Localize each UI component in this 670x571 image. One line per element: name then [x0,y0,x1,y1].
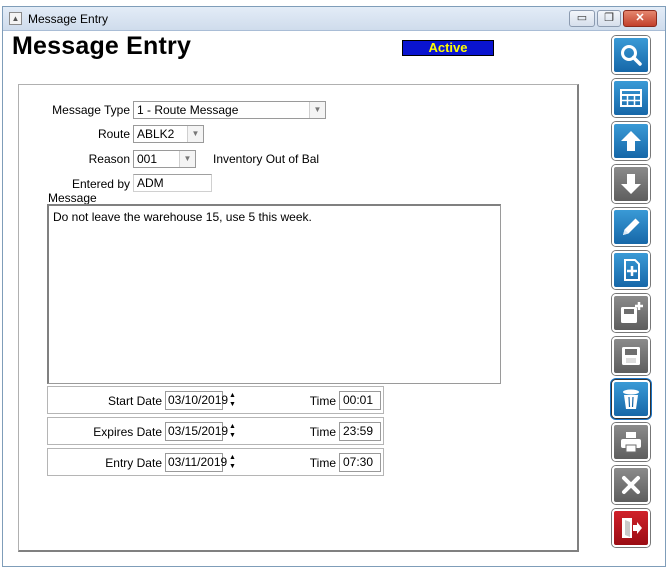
start-time-label: Time [309,394,336,408]
message-type-select[interactable]: 1 - Route Message ▼ [133,101,326,119]
reason-description: Inventory Out of Bal [213,152,320,166]
delete-button[interactable] [612,380,650,418]
entry-date-label: Entry Date [105,456,162,470]
expires-date-spinner[interactable]: ▲ ▼ [227,422,238,441]
save-and-new-button[interactable] [612,294,650,332]
route-label: Route [97,127,130,141]
search-button[interactable] [612,36,650,74]
chevron-down-icon[interactable]: ▼ [309,102,325,118]
print-button[interactable] [612,423,650,461]
exit-button[interactable] [612,509,650,547]
window-title: Message Entry [28,12,109,26]
expires-date-label: Expires Date [93,425,162,439]
title-bar: ▲ Message Entry ▭ ❐ ✕ [3,7,665,31]
save-new-icon [621,302,643,323]
expires-time-field[interactable]: 23:59 [339,422,381,441]
entered-by-label: Entered by [71,177,130,191]
maximize-button[interactable]: ❐ [597,10,621,27]
message-label: Message [48,191,97,205]
entry-time-label: Time [309,456,336,470]
save-button[interactable] [612,337,650,375]
search-icon [621,45,642,66]
reason-select[interactable]: 001 ▼ [133,150,196,168]
move-down-button[interactable] [612,165,650,203]
trash-icon [623,389,639,409]
new-button[interactable] [612,251,650,289]
entry-time-field[interactable]: 07:30 [339,453,381,472]
cancel-icon [622,476,640,494]
message-textarea[interactable]: Do not leave the warehouse 15, use 5 thi… [47,204,501,384]
close-button[interactable]: ✕ [623,10,657,27]
edit-button[interactable] [612,208,650,246]
arrow-up-icon [621,131,641,151]
expires-date-row: Expires Date 03/15/2019 ▲ ▼ Time 23:59 [47,417,384,445]
exit-icon [622,518,642,538]
status-badge: Active [402,40,494,56]
message-type-label: Message Type [52,103,130,117]
arrow-down-icon [621,174,641,194]
print-icon [621,432,641,453]
expires-date-field[interactable]: 03/15/2019 [165,422,228,441]
page-title: Message Entry [12,32,192,60]
expires-time-label: Time [309,425,336,439]
start-date-label: Start Date [107,394,162,408]
route-value: ABLK2 [137,127,175,141]
start-date-spinner[interactable]: ▲ ▼ [227,391,238,410]
entered-by-field[interactable]: ADM [133,174,212,192]
grid-icon [620,89,642,107]
move-up-button[interactable] [612,122,650,160]
reason-value: 001 [137,152,158,166]
start-date-field[interactable]: 03/10/2019 [165,391,228,410]
minimize-button[interactable]: ▭ [569,10,595,27]
new-document-icon [624,259,640,281]
reason-label: Reason [88,152,130,166]
chevron-down-icon[interactable]: ▼ [179,151,195,167]
entry-date-spinner[interactable]: ▲ ▼ [227,453,238,472]
app-icon[interactable]: ▲ [9,12,22,25]
start-date-row: Start Date 03/10/2019 ▲ ▼ Time 00:01 [47,386,384,414]
chevron-down-icon[interactable]: ▼ [187,126,203,142]
cancel-button[interactable] [612,466,650,504]
route-select[interactable]: ABLK2 ▼ [133,125,204,143]
grid-button[interactable] [612,79,650,117]
entry-date-row: Entry Date 03/11/2019 ▲ ▼ Time 07:30 [47,448,384,476]
entry-date-field[interactable]: 03/11/2019 [165,453,227,472]
message-type-value: 1 - Route Message [137,103,239,117]
pencil-icon [623,218,640,235]
start-time-field[interactable]: 00:01 [339,391,381,410]
save-icon [622,347,640,365]
